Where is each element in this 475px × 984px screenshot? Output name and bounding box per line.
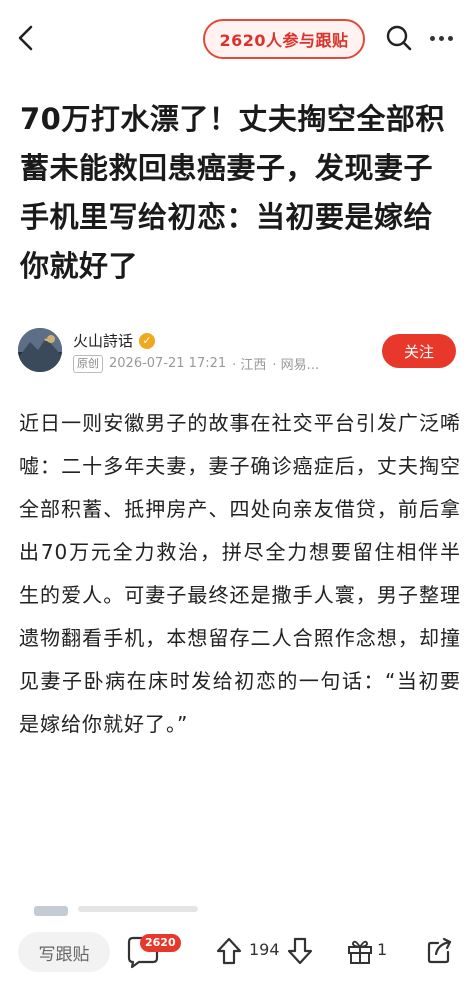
article-body: 近日一则安徽男子的故事在社交平台引发广泛唏嘘：二十多年夫妻，妻子确诊癌症后，丈夫… — [19, 411, 461, 736]
gift-count: 1 — [377, 940, 388, 959]
comment-participants-pill[interactable]: 2620人参与跟贴 — [203, 19, 365, 59]
article-source: · 网易... — [272, 358, 320, 373]
publish-date: 2026-07-21 17:21 — [109, 356, 227, 371]
back-arrow-icon[interactable] — [12, 22, 40, 54]
next-item-preview — [34, 904, 254, 920]
gift-icon[interactable] — [345, 936, 375, 966]
article-title: 70万打水漂了！丈夫掏空全部积蓄未能救回患癌妻子，发现妻子手机里写给初恋：当初要… — [20, 102, 445, 283]
author-name-row: 火山詩话 ✓ — [73, 330, 156, 351]
comment-count-badge: 2620 — [140, 934, 181, 952]
top-bar: 2620人参与跟贴 — [0, 0, 475, 80]
bottom-bar: 写跟贴 2620 194 1 — [0, 920, 475, 984]
more-icon[interactable] — [425, 24, 457, 52]
search-icon[interactable] — [385, 24, 413, 52]
vote-count: 194 — [249, 940, 280, 959]
article-meta: 原创 2026-07-21 17:21 · 江西 · 网易... — [73, 354, 319, 373]
author-name[interactable]: 火山詩话 — [73, 330, 133, 351]
share-icon[interactable] — [424, 936, 454, 966]
downvote-icon[interactable] — [285, 936, 315, 966]
author-avatar[interactable] — [18, 328, 62, 372]
author-row: 火山詩话 ✓ 原创 2026-07-21 17:21 · 江西 · 网易... … — [18, 328, 458, 376]
verified-badge-icon: ✓ — [139, 332, 156, 349]
publish-location: · 江西 — [232, 358, 267, 373]
upvote-icon[interactable] — [214, 936, 244, 966]
follow-button[interactable]: 关注 — [382, 334, 456, 368]
original-tag: 原创 — [73, 354, 103, 373]
write-reply-button[interactable]: 写跟贴 — [18, 932, 110, 972]
